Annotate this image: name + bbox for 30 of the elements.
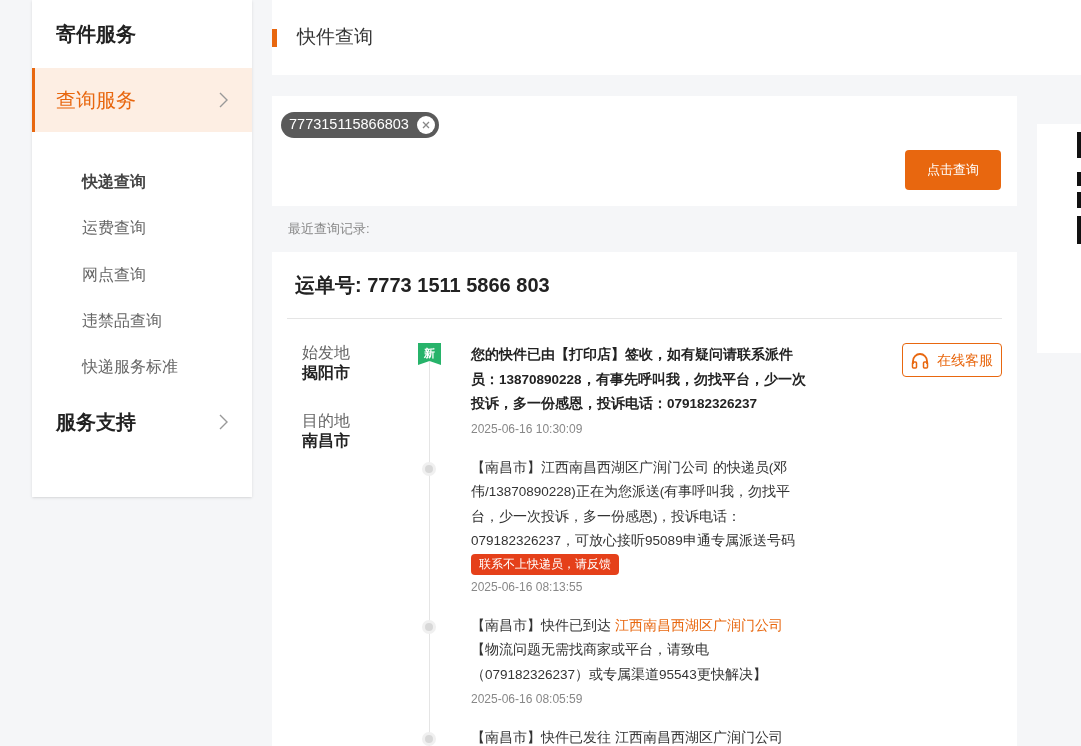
sidebar-item[interactable]: 违禁品查询 [82,297,252,345]
event-description: 【南昌市】快件已到达 江西南昌西湖区广润门公司 【物流问题无需找商家或平台，请致电（079182326237）或专属渠道95543更快解决】 [471,616,784,684]
headset-icon [911,351,929,369]
sidebar-section[interactable]: 服务支持 [32,390,252,455]
event-description: 【南昌市】江西南昌西湖区广润门公司 的快递员(邓伟/13870890228)正在为您派送(有事呼叫我，勿找平台，少一次投诉，多一份感恩)，投诉电话：079182326237，可放心接听95089申通专属派送号码 [471,458,796,550]
new-marker: 新 [418,343,441,365]
close-icon[interactable] [416,116,435,134]
destination-city: 南昌市 [302,431,351,451]
feedback-badge[interactable]: 联系不上快递员，请反馈 [471,553,619,575]
origin-city: 揭阳市 [302,363,351,383]
page-title: 快件查询 [297,25,373,50]
event-description: 【南昌市】快件已发往 江西南昌西湖区广润门公司 [471,730,784,746]
accent-bar [272,28,277,47]
destination-label: 目的地 [302,411,351,431]
recent-label: 最近查询记录: [287,220,371,239]
sidebar-item[interactable]: 网点查询 [82,251,252,298]
branch-link[interactable]: 江西南昌西湖区广润门公司 [614,617,783,633]
sidebar-item[interactable]: 快递服务标准 [82,344,252,391]
event-time: 2025-06-16 08:13:55 [471,578,584,596]
event-time: 2025-06-16 08:05:59 [471,691,584,708]
tracking-number-tag[interactable]: 777315115866803 [281,112,439,138]
origin-label: 始发地 [302,343,351,363]
sidebar-item[interactable]: 运费查询 [82,205,252,252]
sidebar-section[interactable]: 寄件服务 [32,0,252,68]
event-time: 2025-06-16 10:30:09 [471,420,584,438]
waybill-number: 运单号: 7773 1511 5866 803 [287,252,1002,319]
event-description: 您的快件已由【打印店】签收，如有疑问请联系派件员：13870890228，有事先呼叫我，勿找平台，少一次投诉，多一份感恩，投诉电话：079182326237 [471,346,807,413]
sidebar-item[interactable]: 快递查询 [82,159,252,206]
search-button[interactable]: 点击查询 [905,150,1001,190]
online-service-button[interactable]: 在线客服 [902,343,1002,377]
